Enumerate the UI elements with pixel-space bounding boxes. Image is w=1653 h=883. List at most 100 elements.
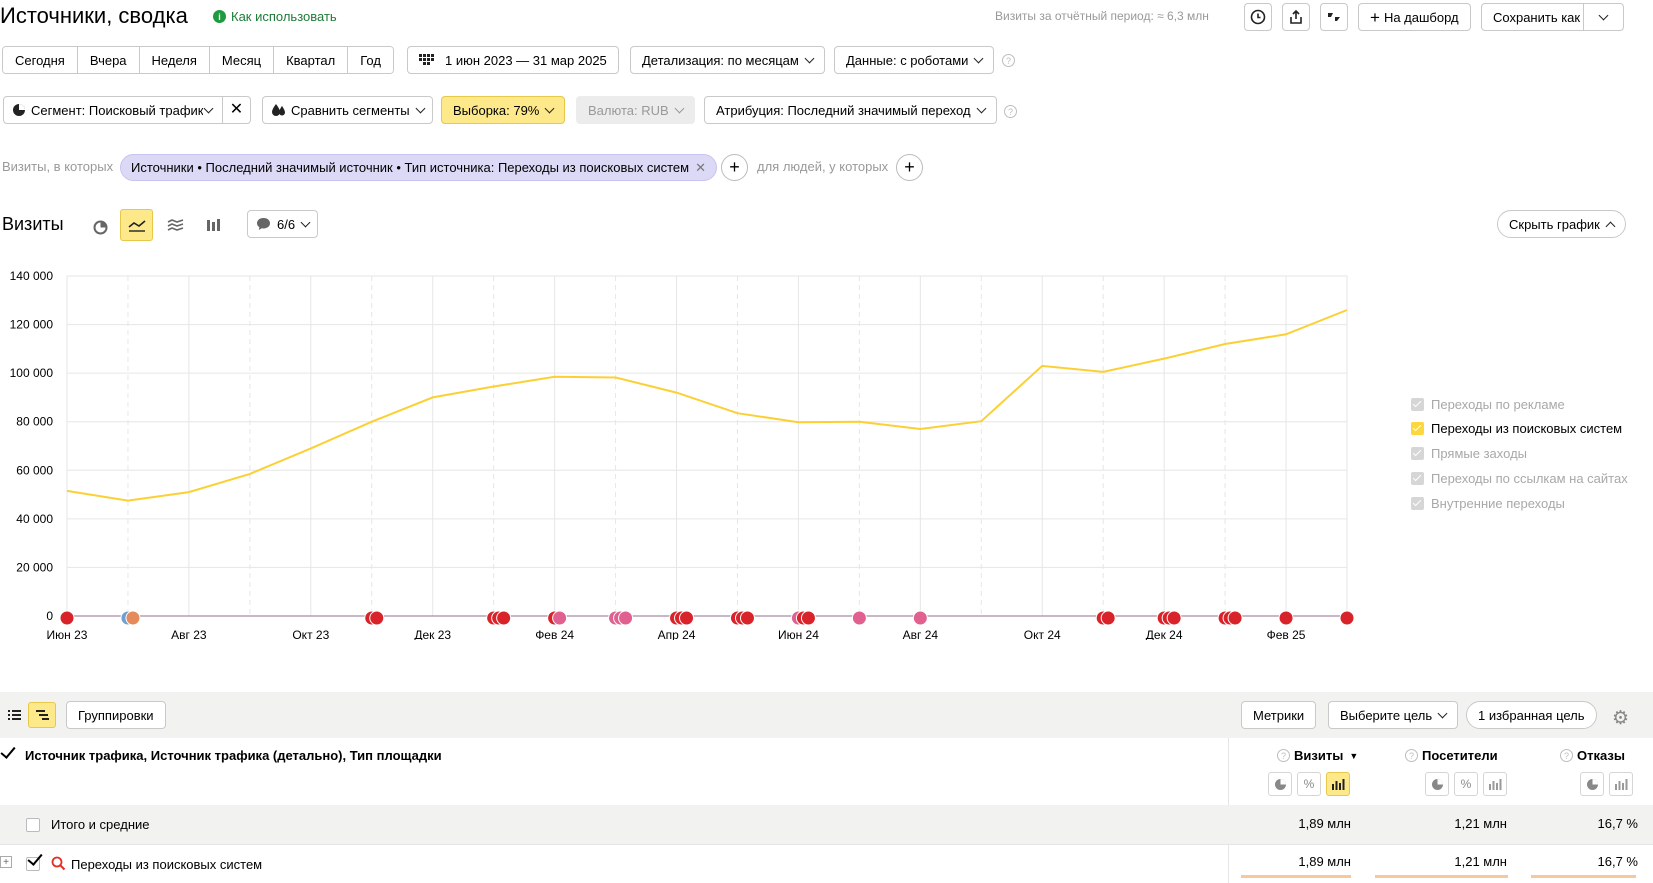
select-all-checkbox[interactable] (0, 743, 16, 759)
bar-chart-icon (1331, 779, 1344, 790)
note-marker-icon (1166, 610, 1182, 626)
compare-view-button[interactable] (1320, 3, 1348, 31)
legend-checkbox[interactable] (1411, 447, 1424, 460)
detail-dropdown[interactable]: Детализация: по месяцам (630, 46, 825, 74)
visitors-bar-toggle[interactable] (1483, 772, 1507, 796)
column-visits-label: Визиты (1294, 748, 1344, 763)
save-as-dropdown[interactable] (1583, 3, 1624, 31)
period-today[interactable]: Сегодня (3, 47, 78, 73)
legend-item[interactable]: Прямые заходы (1411, 446, 1527, 461)
metrics-button[interactable]: Метрики (1241, 701, 1317, 729)
groupings-button[interactable]: Группировки (66, 701, 166, 729)
visits-percent-toggle[interactable]: % (1297, 772, 1321, 796)
row-label[interactable]: Переходы из поисковых систем (71, 857, 262, 872)
chart-type-line[interactable] (120, 209, 153, 241)
currency-label: Валюта: RUB (588, 102, 669, 118)
chart-type-area[interactable] (164, 214, 186, 236)
how-to-use-link[interactable]: i Как использовать (213, 9, 337, 24)
x-tick-label: Авг 24 (903, 628, 939, 640)
choose-goal-dropdown[interactable]: Выберите цель (1328, 701, 1459, 729)
note-marker-icon (800, 610, 816, 626)
legend-item[interactable]: Внутренние переходы (1411, 496, 1565, 511)
view-list-button[interactable] (0, 702, 28, 728)
add-people-condition-button[interactable]: + (896, 154, 923, 181)
note-marker-icon (1227, 610, 1243, 626)
column-visitors-label: Посетители (1422, 748, 1498, 763)
visits-pie-toggle[interactable] (1268, 772, 1292, 796)
note-marker-icon (125, 610, 141, 626)
help-icon[interactable]: ? (1560, 749, 1573, 762)
expand-row-button[interactable]: + (0, 856, 12, 868)
compare-segments-dropdown[interactable]: Сравнить сегменты (262, 96, 433, 124)
y-tick-label: 120 000 (10, 318, 54, 332)
history-button[interactable] (1244, 3, 1272, 31)
note-marker-icon (496, 610, 512, 626)
x-tick-label: Фев 24 (535, 628, 574, 640)
total-row-checkbox[interactable] (26, 818, 40, 832)
plus-icon: + (904, 157, 915, 177)
period-week[interactable]: Неделя (139, 47, 210, 73)
favorite-goal-button[interactable]: 1 избранная цель (1466, 701, 1597, 729)
sort-desc-icon: ▼ (1349, 750, 1359, 761)
chart-type-pie[interactable] (89, 216, 111, 238)
date-range-picker[interactable]: 1 июн 2023 — 31 мар 2025 (407, 46, 619, 74)
column-visits-header[interactable]: ? Визиты ▼ (1277, 748, 1358, 763)
legend-checkbox[interactable] (1411, 497, 1424, 510)
export-button[interactable] (1282, 3, 1310, 31)
legend-item[interactable]: Переходы из поисковых систем (1411, 421, 1622, 436)
notes-dropdown[interactable]: 6/6 (247, 210, 319, 238)
legend-item[interactable]: Переходы по ссылкам на сайтах (1411, 471, 1628, 486)
legend-label: Внутренние переходы (1431, 496, 1565, 511)
legend-checkbox[interactable] (1411, 472, 1424, 485)
close-icon[interactable]: ✕ (695, 160, 706, 176)
pie-icon (1586, 778, 1598, 790)
legend-label: Прямые заходы (1431, 446, 1528, 461)
row-visits-bar (1241, 875, 1351, 878)
x-tick-label: Окт 23 (292, 628, 329, 640)
to-dashboard-label: На дашборд (1383, 9, 1459, 25)
legend-checkbox[interactable] (1411, 422, 1424, 435)
to-dashboard-button[interactable]: + На дашборд (1358, 3, 1471, 31)
period-quarter[interactable]: Квартал (274, 47, 349, 73)
help-icon[interactable]: ? (1405, 749, 1418, 762)
currency-dropdown[interactable]: Валюта: RUB (576, 96, 695, 124)
visits-period-info: Визиты за отчётный период: ≈ 6,3 млн (995, 9, 1209, 23)
column-visitors-header[interactable]: ? Посетители (1405, 748, 1498, 763)
help-icon[interactable]: ? (1002, 54, 1015, 67)
sample-dropdown[interactable]: Выборка: 79% (441, 96, 566, 124)
help-icon[interactable]: ? (1004, 105, 1017, 118)
bounces-pie-toggle[interactable] (1580, 772, 1604, 796)
groupings-label: Группировки (78, 707, 154, 723)
help-icon[interactable]: ? (1277, 749, 1290, 762)
percent-icon: % (1303, 777, 1315, 791)
save-as-button[interactable]: Сохранить как (1481, 3, 1584, 31)
column-bounces-header[interactable]: ? Отказы (1560, 748, 1625, 763)
view-tree-button[interactable] (28, 702, 56, 728)
settings-button[interactable]: ⚙ (1612, 707, 1629, 730)
add-visit-condition-button[interactable]: + (721, 154, 748, 181)
bar-chart-icon (1614, 779, 1627, 790)
chart-type-bar[interactable] (203, 214, 225, 236)
period-year[interactable]: Год (348, 47, 393, 73)
period-month[interactable]: Месяц (209, 47, 275, 73)
info-icon: i (213, 10, 226, 23)
filter-chip[interactable]: Источники • Последний значимый источник … (120, 154, 717, 181)
visits-bar-toggle[interactable] (1326, 772, 1350, 796)
bounces-bar-toggle[interactable] (1609, 772, 1633, 796)
visitors-pie-toggle[interactable] (1425, 772, 1449, 796)
segment-clear-button[interactable]: ✕ (222, 96, 251, 124)
favorite-goal-label: 1 избранная цель (1478, 707, 1585, 723)
y-tick-label: 100 000 (10, 366, 54, 380)
data-mode-dropdown[interactable]: Данные: с роботами (834, 46, 995, 74)
row-visits-value: 1,89 млн (1298, 854, 1351, 869)
period-yesterday[interactable]: Вчера (77, 47, 140, 73)
dimension-header[interactable]: Источник трафика, Источник трафика (дета… (25, 748, 442, 763)
chevron-down-icon (973, 53, 984, 63)
legend-item[interactable]: Переходы по рекламе (1411, 397, 1565, 412)
hide-chart-button[interactable]: Скрыть график (1497, 210, 1626, 238)
x-tick-label: Авг 23 (171, 628, 207, 640)
segment-dropdown[interactable]: Сегмент: Поисковый трафик (3, 96, 223, 124)
legend-checkbox[interactable] (1411, 398, 1424, 411)
attribution-dropdown[interactable]: Атрибуция: Последний значимый переход (704, 96, 997, 124)
visitors-percent-toggle[interactable]: % (1454, 772, 1478, 796)
